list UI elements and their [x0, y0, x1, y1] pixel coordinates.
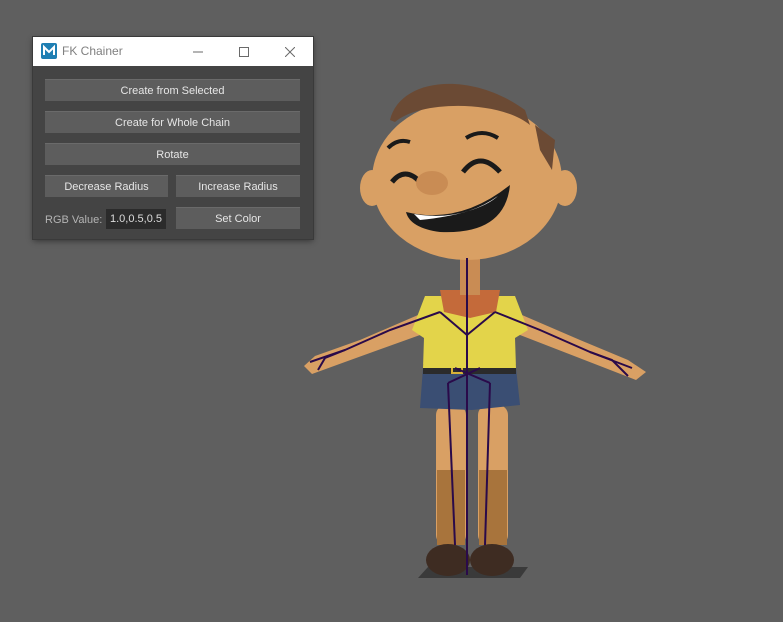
minimize-button[interactable] [175, 37, 221, 66]
title-bar[interactable]: FK Chainer [33, 37, 313, 66]
decrease-radius-button[interactable]: Decrease Radius [45, 175, 168, 197]
set-color-button[interactable]: Set Color [176, 207, 300, 229]
create-from-selected-button[interactable]: Create from Selected [45, 79, 300, 101]
right-shoe [470, 544, 514, 576]
close-icon [285, 46, 295, 57]
left-sock [437, 470, 465, 545]
right-arm [515, 312, 646, 380]
right-sock [479, 470, 507, 545]
maximize-icon [239, 46, 249, 57]
increase-radius-button[interactable]: Increase Radius [176, 175, 300, 197]
rotate-button[interactable]: Rotate [45, 143, 300, 165]
minimize-icon [193, 51, 203, 52]
left-shoe [426, 544, 470, 576]
create-whole-chain-button[interactable]: Create for Whole Chain [45, 111, 300, 133]
nose [416, 171, 448, 195]
maximize-button[interactable] [221, 37, 267, 66]
maya-icon [41, 43, 57, 59]
rgb-value-field[interactable]: 1.0,0.5,0.5 [106, 209, 166, 229]
rgb-value-label: RGB Value: [45, 214, 103, 226]
fk-chainer-window: FK Chainer Create from Selected Create f… [33, 37, 313, 239]
neck [460, 255, 480, 295]
head [372, 100, 562, 260]
window-title: FK Chainer [62, 44, 123, 58]
close-button[interactable] [267, 37, 313, 66]
